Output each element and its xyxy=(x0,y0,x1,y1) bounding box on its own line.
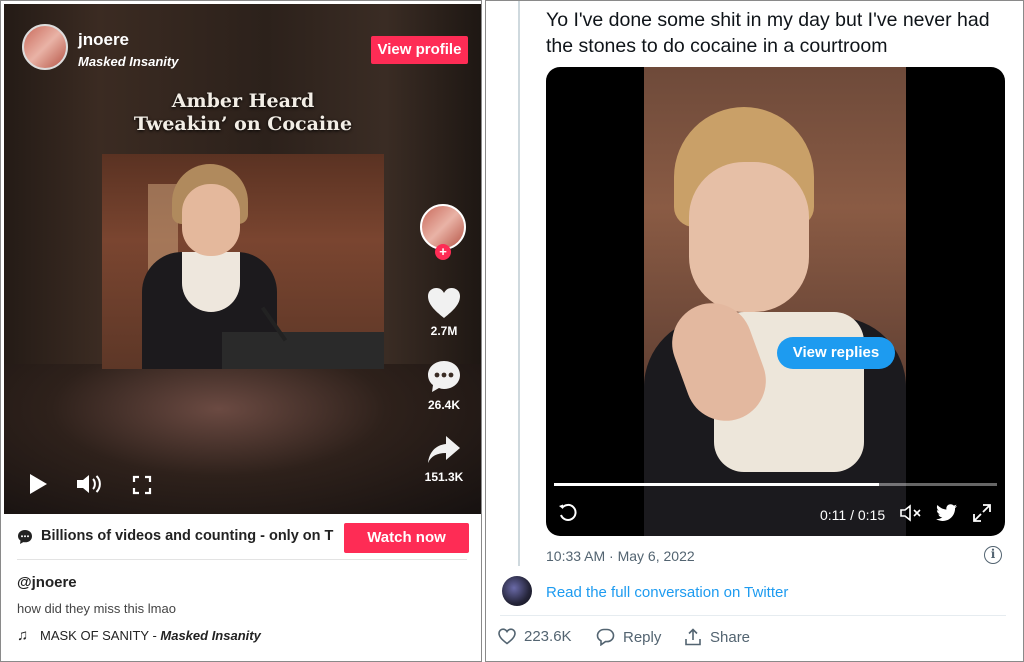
comment-icon xyxy=(428,361,460,392)
video-caption-line-2: Tweakin’ on Cocaine xyxy=(133,113,353,135)
watch-now-button[interactable]: Watch now xyxy=(344,523,469,553)
author-avatar[interactable] xyxy=(22,24,68,70)
reply-label: Reply xyxy=(623,628,662,646)
share-button[interactable]: Share xyxy=(684,628,750,646)
author-username[interactable]: jnoere xyxy=(78,30,129,50)
like-count: 223.6K xyxy=(524,628,572,645)
tiktok-video-player[interactable]: Amber Heard Tweakin’ on Cocaine jnoere M… xyxy=(4,4,481,514)
music-track-name: MASK OF SANITY - xyxy=(40,628,161,643)
music-artist-name: Masked Insanity xyxy=(160,628,261,643)
share-label: Share xyxy=(710,628,751,646)
info-icon[interactable]: i xyxy=(984,546,1002,564)
like-button[interactable]: 223.6K xyxy=(498,628,572,645)
reply-bubble-icon xyxy=(596,628,615,646)
message-bubble-icon xyxy=(18,530,32,544)
read-conversation-link[interactable]: Read the full conversation on Twitter xyxy=(546,584,788,601)
comment-action[interactable]: 26.4K xyxy=(416,358,472,412)
divider xyxy=(500,615,1006,616)
tweet-video-player[interactable]: View replies 0:11 / 0:15 xyxy=(546,67,1005,536)
author-handle-link[interactable]: @jnoere xyxy=(17,574,77,591)
tweet-embed: Yo I've done some shit in my day but I'v… xyxy=(485,0,1024,662)
avatar[interactable] xyxy=(502,576,532,606)
follow-plus-icon[interactable]: + xyxy=(435,244,451,260)
video-frame xyxy=(644,67,906,536)
video-description: how did they miss this lmao xyxy=(17,601,176,616)
heart-outline-icon xyxy=(498,628,516,645)
video-progress-bar[interactable] xyxy=(554,483,997,486)
music-track-link[interactable]: MASK OF SANITY - Masked Insanity xyxy=(40,628,261,643)
tiktok-embed: Amber Heard Tweakin’ on Cocaine jnoere M… xyxy=(0,0,482,662)
share-arrow-icon xyxy=(428,436,460,463)
tweet-timestamp[interactable]: 10:33 AM · May 6, 2022 xyxy=(546,548,695,564)
view-profile-button[interactable]: View profile xyxy=(371,36,468,64)
video-frame xyxy=(102,154,384,369)
share-action[interactable]: 151.3K xyxy=(416,434,472,484)
volume-icon[interactable] xyxy=(899,503,923,523)
promo-banner-text: Billions of videos and counting - only o… xyxy=(41,528,334,544)
volume-icon[interactable] xyxy=(75,472,103,496)
thread-line xyxy=(518,1,520,566)
fullscreen-icon[interactable] xyxy=(132,475,152,495)
video-caption-line-1: Amber Heard xyxy=(171,90,315,112)
video-overlay-caption: Amber Heard Tweakin’ on Cocaine xyxy=(102,90,384,136)
reply-button[interactable]: Reply xyxy=(596,628,661,646)
comment-count: 26.4K xyxy=(427,398,461,412)
divider xyxy=(17,559,467,560)
music-note-icon: ♫ xyxy=(17,627,29,644)
author-sound-name[interactable]: Masked Insanity xyxy=(78,54,178,69)
share-upload-icon xyxy=(685,628,701,646)
fullscreen-icon[interactable] xyxy=(972,503,992,523)
view-replies-button[interactable]: View replies xyxy=(777,337,895,369)
twitter-bird-icon[interactable] xyxy=(936,503,958,523)
video-time: 0:11 / 0:15 xyxy=(820,507,886,523)
heart-icon xyxy=(428,288,460,318)
replay-icon[interactable] xyxy=(558,503,578,523)
like-action[interactable]: 2.7M xyxy=(416,286,472,338)
tweet-text: Yo I've done some shit in my day but I'v… xyxy=(546,9,990,57)
play-icon[interactable] xyxy=(27,472,49,496)
share-count: 151.3K xyxy=(424,470,464,484)
video-progress-fill xyxy=(554,483,879,486)
like-count: 2.7M xyxy=(430,324,458,338)
